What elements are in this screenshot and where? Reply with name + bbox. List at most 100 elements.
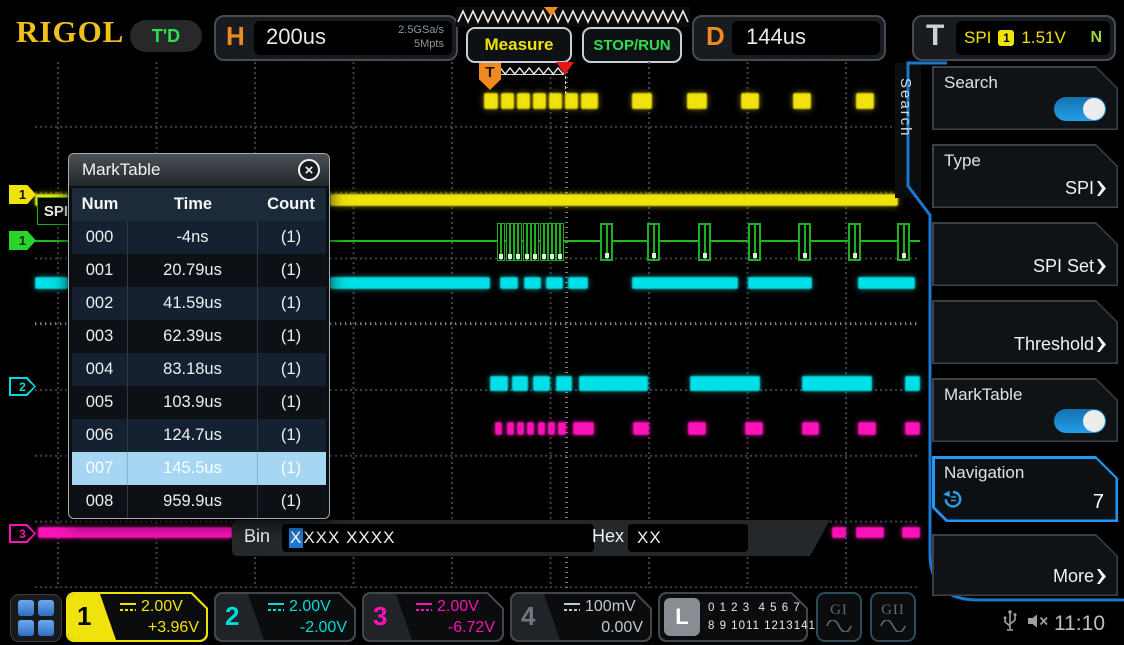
spi-set-button[interactable]: SPI Set xyxy=(932,222,1118,286)
sample-rate: 2.5GSa/s xyxy=(398,23,444,37)
spi-decode-frame xyxy=(523,223,531,261)
navigation-button[interactable]: Navigation 7 xyxy=(932,456,1118,522)
sine-wave-icon xyxy=(880,620,906,632)
trigger-badge-label: T xyxy=(485,64,494,90)
measure-button[interactable]: Measure xyxy=(466,27,572,63)
trigger-status-badge: T'D xyxy=(130,20,202,52)
navigation-value: 7 xyxy=(1093,491,1104,514)
type-button[interactable]: Type SPI xyxy=(932,144,1118,208)
stop-run-label: STOP/RUN xyxy=(593,37,670,54)
logic-label: L xyxy=(664,598,700,636)
search-toggle-button[interactable]: Search xyxy=(932,66,1118,130)
memory-depth: 5Mpts xyxy=(398,37,444,51)
cell-time: 62.39us xyxy=(128,320,258,353)
gen2-button[interactable]: GII xyxy=(870,592,916,642)
cell-num: 005 xyxy=(72,386,128,419)
channel-number: 3 xyxy=(373,601,387,632)
ch3-trace xyxy=(902,527,920,538)
close-icon[interactable]: × xyxy=(298,159,320,181)
cyan-burst xyxy=(533,376,550,391)
more-button[interactable]: More xyxy=(932,534,1118,596)
ch2-trace xyxy=(568,277,588,289)
marktable-toggle-button[interactable]: MarkTable xyxy=(932,378,1118,442)
trigger-box[interactable]: T SPI 1 1.51V N xyxy=(912,15,1116,61)
table-row[interactable]: 00120.79us(1) xyxy=(72,254,326,287)
marktable-toggle[interactable] xyxy=(1054,409,1106,433)
trigger-slope: N xyxy=(1090,29,1102,47)
sine-wave-icon xyxy=(826,620,852,632)
spi-decode-frame xyxy=(556,223,564,261)
d0-burst xyxy=(741,93,759,109)
horizontal-timebase-box[interactable]: H 200us 2.5GSa/s 5Mpts xyxy=(214,15,458,61)
timebase-value: 200us xyxy=(266,24,326,50)
table-row[interactable]: 00362.39us(1) xyxy=(72,320,326,353)
cell-time: 83.18us xyxy=(128,353,258,386)
cyan-burst xyxy=(905,376,920,391)
decode-bus-marker[interactable]: 1 xyxy=(9,231,36,250)
cyan-burst xyxy=(490,376,508,391)
cell-time: 41.59us xyxy=(128,287,258,320)
magenta-burst xyxy=(688,422,706,435)
ch2-level-marker[interactable]: 2 xyxy=(9,377,36,396)
ch1-level-marker[interactable]: 1 xyxy=(9,185,36,204)
chevron-right-icon xyxy=(1097,181,1106,196)
table-row[interactable]: 006124.7us(1) xyxy=(72,419,326,452)
waveform-overview-bar[interactable] xyxy=(456,7,690,27)
bin-value: XXXX XXXX xyxy=(282,524,594,552)
spi-decode-frame xyxy=(600,223,613,261)
cell-time: -4ns xyxy=(128,221,258,254)
threshold-button[interactable]: Threshold xyxy=(932,300,1118,364)
timebase-readout: 200us 2.5GSa/s 5Mpts xyxy=(254,21,452,55)
spi-decode-frame xyxy=(748,223,761,261)
table-row[interactable]: 00241.59us(1) xyxy=(72,287,326,320)
d0-burst xyxy=(565,93,578,109)
magenta-burst xyxy=(507,422,514,435)
magenta-burst xyxy=(858,422,876,435)
cell-num: 007 xyxy=(72,452,128,485)
spi-decode-frame xyxy=(647,223,660,261)
cell-num: 006 xyxy=(72,419,128,452)
table-row-selected[interactable]: 007145.5us(1) xyxy=(72,452,326,485)
magenta-burst xyxy=(573,422,594,435)
delay-box[interactable]: D 144us xyxy=(692,15,886,61)
magenta-burst xyxy=(527,422,534,435)
ch2-trace xyxy=(524,277,541,289)
cell-num: 004 xyxy=(72,353,128,386)
spi-decode-frame xyxy=(798,223,811,261)
hex-value: XX xyxy=(628,524,748,552)
menu-grid-icon[interactable] xyxy=(10,594,62,642)
ch2-trace xyxy=(748,277,812,289)
channel4-box[interactable]: 4 100mV 0.00V xyxy=(510,592,652,642)
cell-num: 008 xyxy=(72,485,128,518)
stop-run-button[interactable]: STOP/RUN xyxy=(582,27,682,63)
channel2-box[interactable]: 2 2.00V -2.00V xyxy=(214,592,356,642)
gen1-button[interactable]: GI xyxy=(816,592,862,642)
channel1-box[interactable]: 1 2.00V +3.96V xyxy=(66,592,208,642)
cell-count: (1) xyxy=(258,459,324,478)
magenta-burst xyxy=(495,422,502,435)
magenta-burst xyxy=(548,422,555,435)
gen1-label: GI xyxy=(830,602,848,619)
cell-time: 124.7us xyxy=(128,419,258,452)
spi-decode-frame xyxy=(698,223,711,261)
oscilloscope-screen: RIGOL T'D H 200us 2.5GSa/s 5Mpts Measure… xyxy=(0,0,1124,645)
ch3-marker-label: 3 xyxy=(11,526,34,541)
spi-decode-frame xyxy=(897,223,910,261)
bin-rest: XXX XXXX xyxy=(303,528,395,548)
table-row[interactable]: 000-4ns(1) xyxy=(72,221,326,254)
cell-num: 002 xyxy=(72,287,128,320)
ch3-trace xyxy=(856,527,884,538)
dc-coupling-icon xyxy=(268,603,284,612)
hex-label: Hex xyxy=(592,526,624,547)
table-row[interactable]: 005103.9us(1) xyxy=(72,386,326,419)
ch3-trace xyxy=(38,527,232,538)
ch3-level-marker[interactable]: 3 xyxy=(9,524,36,543)
trigger-level: 1.51V xyxy=(1021,28,1065,48)
logic-channels-box[interactable]: L 0 1 2 3 4 5 6 78 9 1011 12131415 xyxy=(658,592,808,642)
table-row[interactable]: 008959.9us(1) xyxy=(72,485,326,518)
search-toggle[interactable] xyxy=(1054,97,1106,121)
search-tab[interactable]: Search xyxy=(897,78,914,138)
table-row[interactable]: 00483.18us(1) xyxy=(72,353,326,386)
ch2-trace xyxy=(858,277,915,289)
channel3-box[interactable]: 3 2.00V -6.72V xyxy=(362,592,504,642)
